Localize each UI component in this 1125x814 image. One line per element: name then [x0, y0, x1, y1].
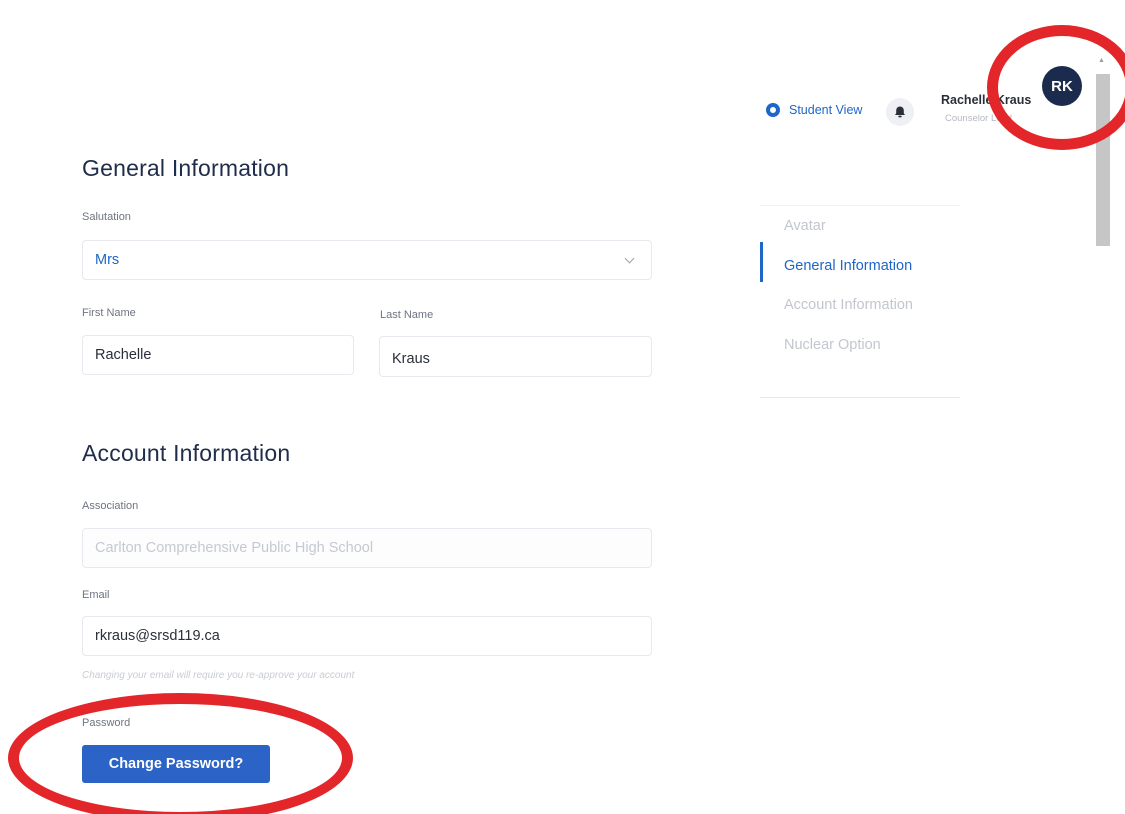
- bell-icon: [895, 106, 905, 118]
- nav-item-account-information[interactable]: Account Information: [784, 297, 913, 313]
- password-label: Password: [82, 717, 131, 729]
- last-name-label: Last Name: [380, 309, 434, 321]
- scroll-up-arrow[interactable]: ▲: [1098, 57, 1105, 64]
- email-label: Email: [82, 589, 110, 601]
- last-name-value: Kraus: [392, 350, 430, 367]
- student-view-label: Student View: [789, 103, 863, 117]
- association-label: Association: [82, 500, 139, 512]
- student-view-toggle[interactable]: Student View: [766, 103, 862, 117]
- chevron-down-icon: [624, 253, 635, 264]
- scrollbar-thumb[interactable]: [1096, 74, 1110, 246]
- section-nav: Avatar General Information Account Infor…: [760, 205, 960, 398]
- last-name-field[interactable]: Kraus: [379, 336, 652, 377]
- general-information-heading: General Information: [82, 155, 290, 181]
- salutation-value: Mrs: [95, 252, 120, 268]
- nav-item-general-information[interactable]: General Information: [784, 258, 912, 274]
- salutation-label: Salutation: [82, 211, 131, 223]
- association-value: Carlton Comprehensive Public High School: [95, 540, 374, 556]
- email-value: rkraus@srsd119.ca: [95, 628, 220, 644]
- email-hint: Changing your email will require you re-…: [82, 670, 355, 681]
- account-information-heading: Account Information: [82, 440, 291, 466]
- eye-icon: [766, 103, 780, 117]
- nav-item-nuclear-option[interactable]: Nuclear Option: [784, 337, 881, 353]
- active-indicator: [760, 242, 763, 282]
- email-field[interactable]: rkraus@srsd119.ca: [82, 616, 652, 656]
- nav-item-avatar[interactable]: Avatar: [784, 218, 826, 234]
- first-name-value: Rachelle: [95, 347, 152, 363]
- avatar[interactable]: RK: [1042, 66, 1082, 106]
- user-name: Rachelle Kraus: [941, 93, 1032, 107]
- notifications-button[interactable]: [886, 98, 914, 126]
- first-name-field[interactable]: Rachelle: [82, 335, 354, 375]
- user-role: Counselor Lead: [945, 113, 1013, 124]
- association-field: Carlton Comprehensive Public High School: [82, 528, 652, 568]
- first-name-label: First Name: [82, 307, 136, 319]
- salutation-select[interactable]: Mrs: [82, 240, 652, 280]
- change-password-button[interactable]: Change Password?: [82, 745, 270, 783]
